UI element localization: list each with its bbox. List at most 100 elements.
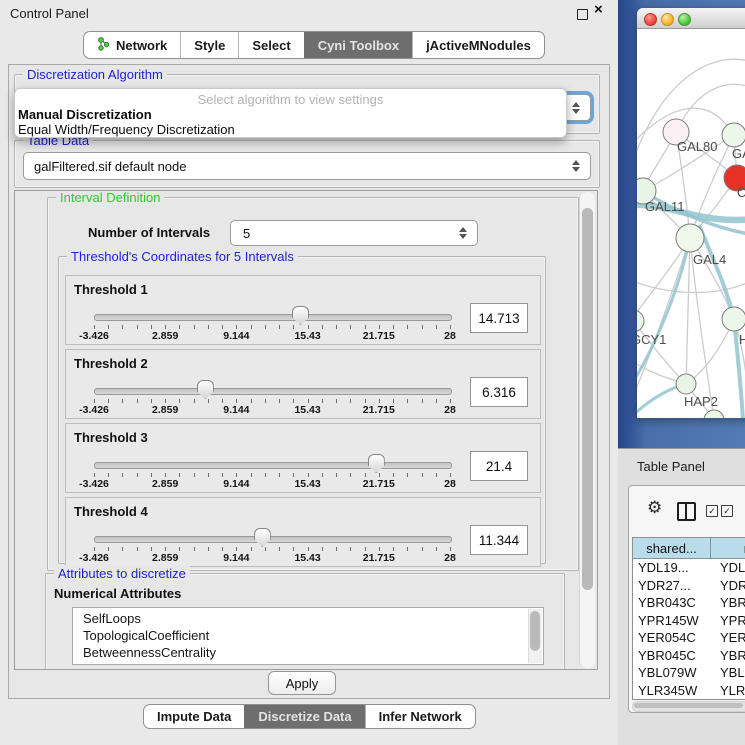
apply-button[interactable]: Apply — [268, 671, 336, 695]
slider-tick — [379, 473, 380, 477]
slider-tick — [450, 473, 451, 477]
network-edge[interactable] — [637, 321, 686, 384]
threshold-box: Threshold 2-3.4262.8599.14415.4321.71528… — [65, 349, 541, 419]
slider-tick — [165, 473, 166, 477]
tab-cyni-toolbox[interactable]: Cyni Toolbox — [304, 32, 412, 58]
slider-tick — [222, 473, 223, 477]
algorithm-option[interactable]: Manual Discretization — [15, 107, 566, 122]
slider-track[interactable] — [94, 536, 452, 543]
numerical-attributes-list[interactable]: SelfLoopsTopologicalCoefficientBetweenne… — [72, 607, 544, 665]
node-gal4[interactable] — [676, 224, 704, 252]
thresholds-legend: Threshold's Coordinates for 5 Intervals — [67, 249, 298, 264]
slider-tick — [450, 325, 451, 329]
vertical-scrollbar-thumb[interactable] — [582, 208, 593, 590]
slider-tick — [279, 473, 280, 477]
close-icon[interactable]: × — [594, 1, 603, 18]
tick-label: 21.715 — [363, 330, 395, 342]
slider-track[interactable] — [94, 388, 452, 395]
column-header[interactable]: na — [711, 538, 745, 559]
table-data-combobox[interactable]: galFiltered.sif default node — [23, 152, 591, 180]
threshold-value-field[interactable]: 11.344 — [470, 525, 528, 555]
network-window[interactable]: GAL80GAGAL11CGAL4GCY1HHAP2 — [637, 8, 745, 418]
tab-jactivemnodules[interactable]: jActiveMNodules — [412, 32, 544, 58]
tab-discretize-data[interactable]: Discretize Data — [244, 705, 364, 728]
network-canvas[interactable]: GAL80GAGAL11CGAL4GCY1HHAP2 — [637, 29, 745, 418]
tick-label: 2.859 — [152, 404, 178, 416]
slider-tick — [436, 325, 437, 329]
algorithm-option[interactable]: Equal Width/Frequency Discretization — [15, 122, 566, 137]
table-cell: YIL0 — [715, 699, 745, 700]
table-cell: YER054C — [633, 629, 715, 647]
tab-impute-data[interactable]: Impute Data — [144, 705, 244, 728]
checkbox-icon[interactable]: ✓ — [721, 505, 733, 517]
table-row[interactable]: YBR045CYBR0 — [633, 647, 745, 665]
table-row[interactable]: YBR043CYBR0 — [633, 594, 745, 612]
close-traffic-light-icon[interactable] — [644, 13, 657, 26]
split-view-icon[interactable] — [677, 502, 696, 521]
tab-select[interactable]: Select — [238, 32, 303, 58]
number-of-intervals-spinner[interactable]: 5 — [230, 220, 478, 246]
column-header[interactable]: shared... — [633, 538, 711, 559]
table-row[interactable]: YER054CYER0 — [633, 629, 745, 647]
combo-arrows-icon — [572, 159, 581, 173]
table-cell: YER0 — [715, 629, 745, 647]
node-gcy1[interactable] — [637, 310, 644, 332]
tab-infer-network[interactable]: Infer Network — [365, 705, 475, 728]
network-edge[interactable] — [637, 59, 745, 179]
vertical-scrollbar[interactable] — [579, 192, 595, 668]
slider-tick — [350, 473, 351, 477]
tick-label: 9.144 — [223, 478, 249, 490]
table-row[interactable]: YBL079WYBL0 — [633, 664, 745, 682]
node-label: GAL4 — [693, 252, 726, 267]
slider-track[interactable] — [94, 314, 452, 321]
attribute-list-item[interactable]: TopologicalCoefficient — [73, 627, 543, 644]
node-right[interactable] — [722, 307, 745, 331]
network-edge[interactable] — [686, 238, 690, 384]
tick-label: 15.43 — [294, 404, 320, 416]
checkbox-icon[interactable]: ✓ — [706, 505, 718, 517]
float-panel-icon[interactable] — [577, 9, 588, 20]
table-row[interactable]: YIL052CYIL0 — [633, 699, 745, 700]
node-hap2[interactable] — [676, 374, 696, 394]
list-scrollbar-thumb[interactable] — [530, 611, 540, 651]
slider-tick — [208, 399, 209, 403]
node-top-right[interactable] — [722, 123, 745, 147]
slider-thumb[interactable] — [254, 528, 271, 547]
horizontal-scrollbar[interactable] — [632, 701, 745, 712]
tick-label: 21.715 — [363, 404, 395, 416]
tab-style[interactable]: Style — [180, 32, 238, 58]
table-cell: YBR045C — [633, 647, 715, 665]
horizontal-scrollbar-thumb[interactable] — [634, 703, 743, 708]
threshold-box: Threshold 4-3.4262.8599.14415.4321.71528… — [65, 497, 541, 567]
network-edge[interactable] — [637, 238, 690, 323]
threshold-value-field[interactable]: 6.316 — [470, 377, 528, 407]
table-row[interactable]: YDL19...YDL1 — [633, 559, 745, 577]
slider-thumb[interactable] — [292, 306, 309, 325]
network-window-titlebar[interactable] — [637, 8, 745, 29]
table-row[interactable]: YLR345WYLR3 — [633, 682, 745, 700]
slider-tick — [379, 325, 380, 329]
minimize-traffic-light-icon[interactable] — [661, 13, 674, 26]
slider-thumb[interactable] — [197, 380, 214, 399]
table-row[interactable]: YDR27...YDR2 — [633, 577, 745, 595]
slider-thumb[interactable] — [368, 454, 385, 473]
algorithm-dropdown-popup: Select algorithm to view settings Manual… — [14, 88, 567, 138]
attribute-list-item[interactable]: BetweennessCentrality — [73, 644, 543, 661]
slider-tick — [450, 399, 451, 403]
zoom-traffic-light-icon[interactable] — [678, 13, 691, 26]
threshold-value-field[interactable]: 14.713 — [470, 303, 528, 333]
slider-track[interactable] — [94, 462, 452, 469]
slider-tick — [422, 325, 423, 329]
attribute-list-item[interactable]: SelfLoops — [73, 610, 543, 627]
tab-network[interactable]: Network — [84, 32, 180, 58]
table-row[interactable]: YPR145WYPR1 — [633, 612, 745, 630]
network-graph[interactable]: GAL80GAGAL11CGAL4GCY1HHAP2 — [637, 29, 745, 418]
node-attribute-table[interactable]: shared...na YDL19...YDL1YDR27...YDR2YBR0… — [632, 537, 745, 700]
list-scrollbar[interactable] — [528, 609, 542, 663]
gear-icon[interactable]: ⚙ — [647, 500, 662, 517]
node-label: GA — [732, 146, 745, 161]
node-label: GAL80 — [677, 139, 717, 154]
slider-tick — [407, 473, 408, 477]
tick-label: 21.715 — [363, 552, 395, 564]
threshold-value-field[interactable]: 21.4 — [470, 451, 528, 481]
